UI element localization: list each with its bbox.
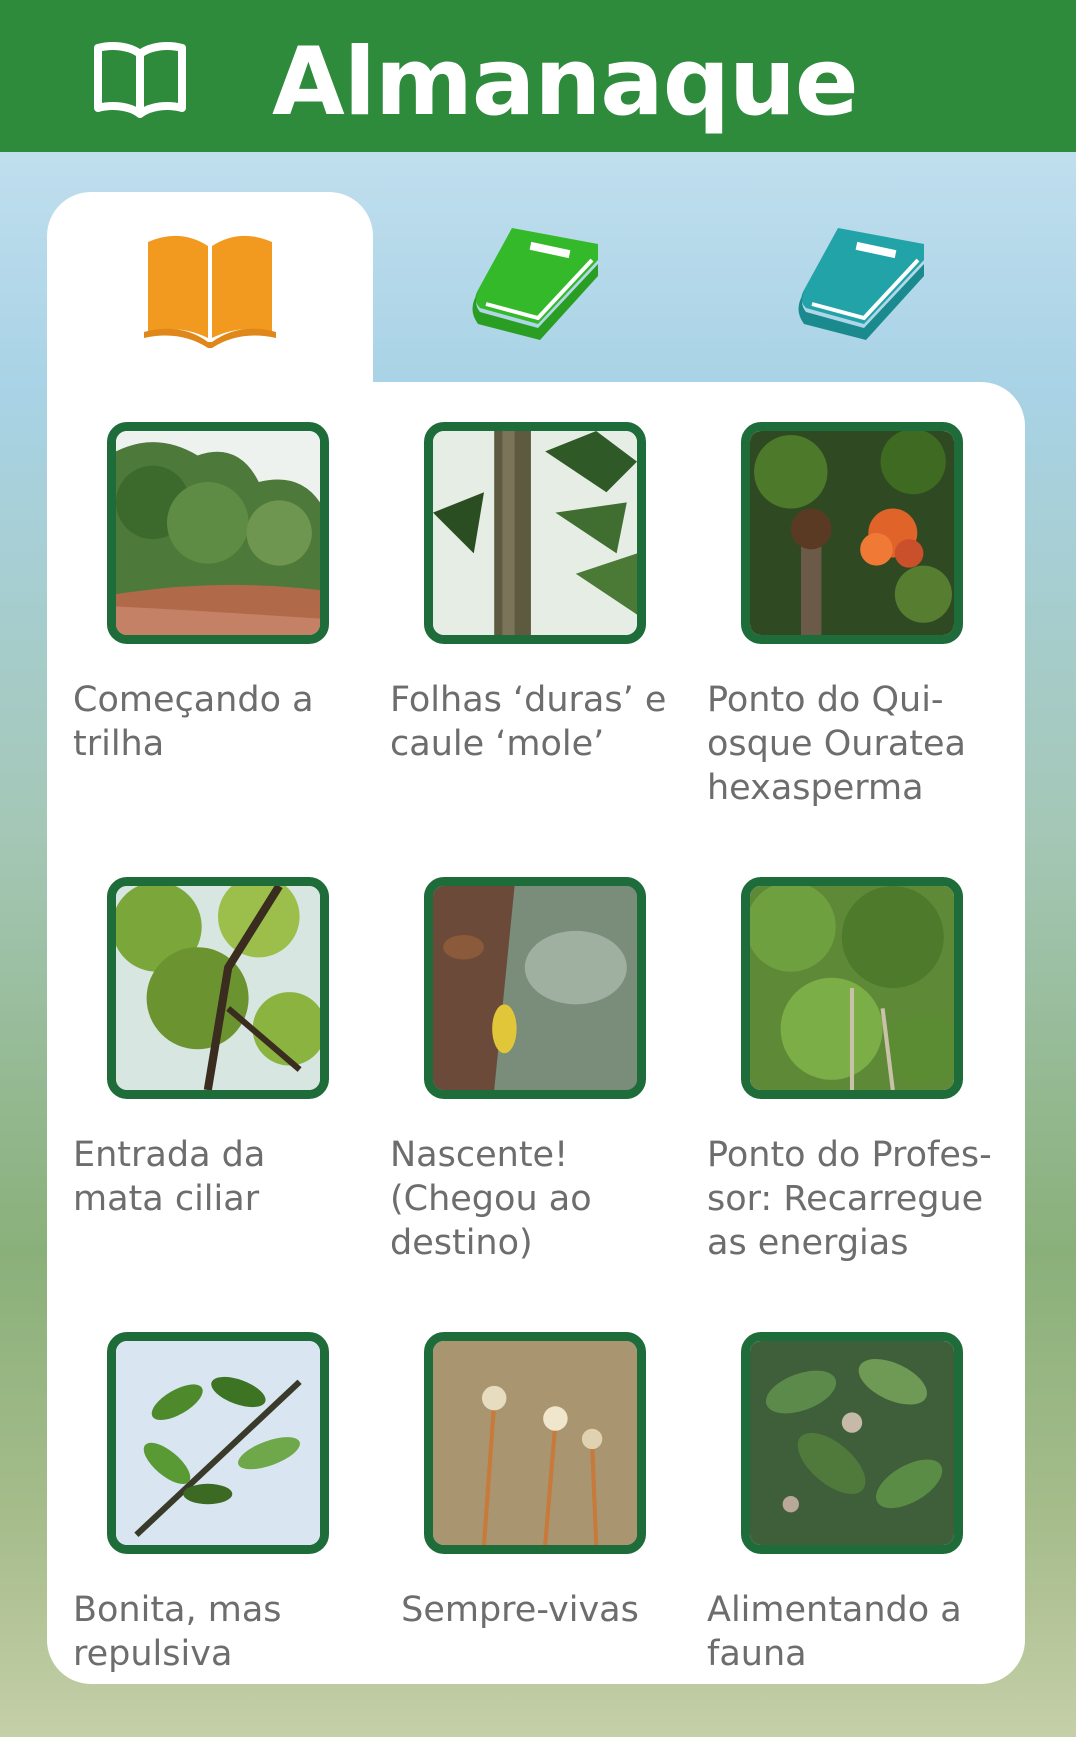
open-book-outline-icon[interactable] xyxy=(92,38,188,118)
list-item[interactable]: Sempre-vivas xyxy=(364,1292,664,1732)
spring-water-photo[interactable] xyxy=(424,877,646,1099)
item-caption: Alimentando a fauna xyxy=(707,1590,962,1674)
list-item[interactable]: Ponto do Qui-osque Ouratea hexasperma xyxy=(681,382,981,822)
closed-book-green-icon[interactable] xyxy=(466,220,606,350)
app-bar: Almanaque xyxy=(0,0,1076,152)
list-item[interactable]: Entrada da mata ciliar xyxy=(47,837,347,1277)
open-book-orange-icon[interactable] xyxy=(140,220,280,350)
trunk-leaves-photo[interactable] xyxy=(424,422,646,644)
tree-canopy-photo[interactable] xyxy=(107,877,329,1099)
item-caption: Sempre-vivas xyxy=(401,1590,639,1630)
shrub-leaves-photo[interactable] xyxy=(741,1332,963,1554)
app-title: Almanaque xyxy=(272,28,859,137)
orange-flowers-photo[interactable] xyxy=(741,422,963,644)
item-caption: Começando a trilha xyxy=(73,680,314,764)
green-bushes-photo[interactable] xyxy=(741,877,963,1099)
almanac-grid-panel: Começando a trilha Folhas ‘duras’ e caul… xyxy=(47,382,1025,1684)
branch-sky-photo[interactable] xyxy=(107,1332,329,1554)
item-caption: Bonita, mas repulsiva xyxy=(73,1590,282,1674)
closed-book-teal-icon[interactable] xyxy=(792,220,932,350)
list-item[interactable]: Nascente! (Chegou ao destino) xyxy=(364,837,664,1277)
item-caption: Folhas ‘duras’ e caule ‘mole’ xyxy=(390,680,667,764)
list-item[interactable]: Ponto do Profes-sor: Recarregue as energ… xyxy=(681,837,992,1277)
item-caption: Ponto do Qui-osque Ouratea hexasperma xyxy=(707,680,966,808)
item-caption: Nascente! (Chegou ao destino) xyxy=(390,1135,592,1263)
list-item[interactable]: Folhas ‘duras’ e caule ‘mole’ xyxy=(364,382,666,822)
list-item[interactable]: Bonita, mas repulsiva xyxy=(47,1292,347,1732)
item-caption: Ponto do Profes-sor: Recarregue as energ… xyxy=(707,1135,992,1263)
list-item[interactable]: Começando a trilha xyxy=(47,382,347,822)
trail-photo[interactable] xyxy=(107,422,329,644)
list-item[interactable]: Alimentando a fauna xyxy=(681,1292,981,1732)
dry-plants-photo[interactable] xyxy=(424,1332,646,1554)
item-caption: Entrada da mata ciliar xyxy=(73,1135,266,1219)
